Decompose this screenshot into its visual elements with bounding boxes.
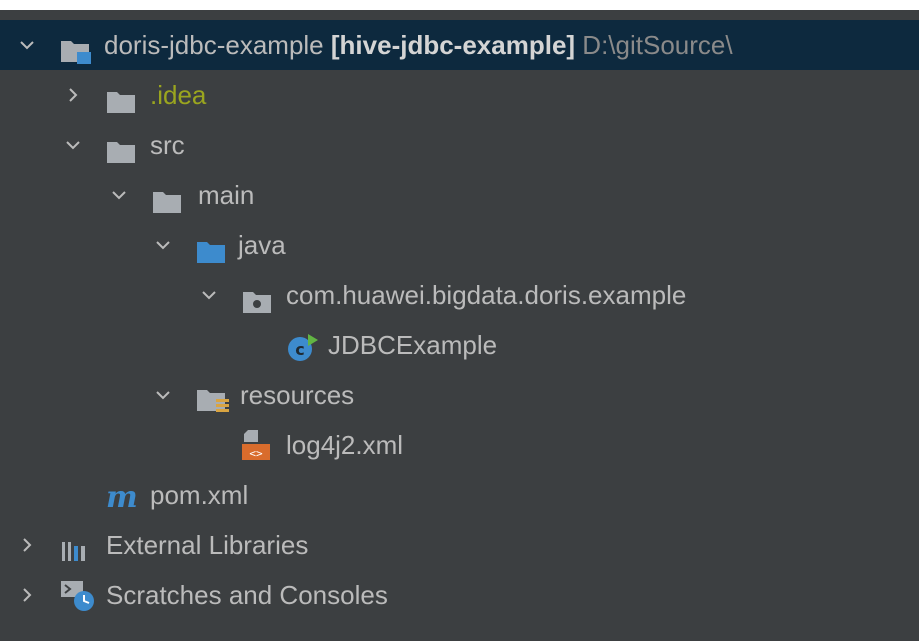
chevron-down-icon[interactable]: [18, 20, 38, 70]
folder-icon: [106, 131, 136, 163]
package-icon: [242, 281, 272, 313]
svg-text:m: m: [106, 481, 138, 513]
chevron-right-icon[interactable]: [18, 520, 38, 570]
tree-row-src[interactable]: src: [0, 120, 919, 170]
tree-row-java[interactable]: java: [0, 220, 919, 270]
tree-row-main[interactable]: main: [0, 170, 919, 220]
folder-icon: [152, 181, 182, 213]
resources-folder-label: resources: [240, 380, 355, 410]
src-folder-label: src: [150, 130, 185, 160]
tree-row-package[interactable]: com.huawei.bigdata.doris.example: [0, 270, 919, 320]
tree-row-idea[interactable]: .idea: [0, 70, 919, 120]
idea-folder-label: .idea: [150, 80, 207, 110]
project-tree[interactable]: doris-jdbc-example [hive-jdbc-example] D…: [0, 20, 919, 620]
project-name: doris-jdbc-example: [104, 30, 324, 60]
tree-row-resources[interactable]: resources: [0, 370, 919, 420]
chevron-right-icon[interactable]: [64, 70, 84, 120]
package-label: com.huawei.bigdata.doris.example: [286, 280, 687, 310]
source-folder-icon: [196, 231, 226, 263]
chevron-down-icon[interactable]: [154, 370, 174, 420]
tree-row-scratches[interactable]: Scratches and Consoles: [0, 570, 919, 620]
tree-row-project-root[interactable]: doris-jdbc-example [hive-jdbc-example] D…: [0, 20, 919, 70]
tree-row-class[interactable]: c JDBCExample: [0, 320, 919, 370]
class-label: JDBCExample: [328, 330, 498, 360]
chevron-down-icon[interactable]: [154, 220, 174, 270]
project-path: D:\gitSource\: [582, 30, 733, 60]
java-folder-label: java: [238, 230, 286, 260]
chevron-right-icon[interactable]: [18, 570, 38, 620]
pom-file-label: pom.xml: [150, 480, 249, 510]
resources-folder-icon: [196, 381, 229, 412]
tree-row-log-file[interactable]: <> log4j2.xml: [0, 420, 919, 470]
libraries-icon: [60, 531, 90, 561]
chevron-down-icon[interactable]: [64, 120, 84, 170]
chevron-down-icon[interactable]: [200, 270, 220, 320]
window-top-edge: [0, 0, 919, 10]
tree-row-external-libraries[interactable]: External Libraries: [0, 520, 919, 570]
module-folder-icon: [60, 31, 91, 64]
scratches-label: Scratches and Consoles: [106, 580, 388, 610]
tree-row-pom[interactable]: m pom.xml: [0, 470, 919, 520]
module-name: [hive-jdbc-example]: [330, 30, 576, 60]
main-folder-label: main: [198, 180, 255, 210]
folder-icon: [106, 81, 136, 113]
maven-icon: m: [106, 479, 138, 515]
chevron-down-icon[interactable]: [110, 170, 130, 220]
external-libraries-label: External Libraries: [106, 530, 309, 560]
svg-text:<>: <>: [249, 447, 263, 460]
scratches-icon: [60, 579, 94, 611]
svg-text:c: c: [295, 340, 304, 359]
java-class-icon: c: [286, 330, 318, 361]
xml-file-icon: <>: [240, 428, 270, 460]
log-file-label: log4j2.xml: [286, 430, 404, 460]
